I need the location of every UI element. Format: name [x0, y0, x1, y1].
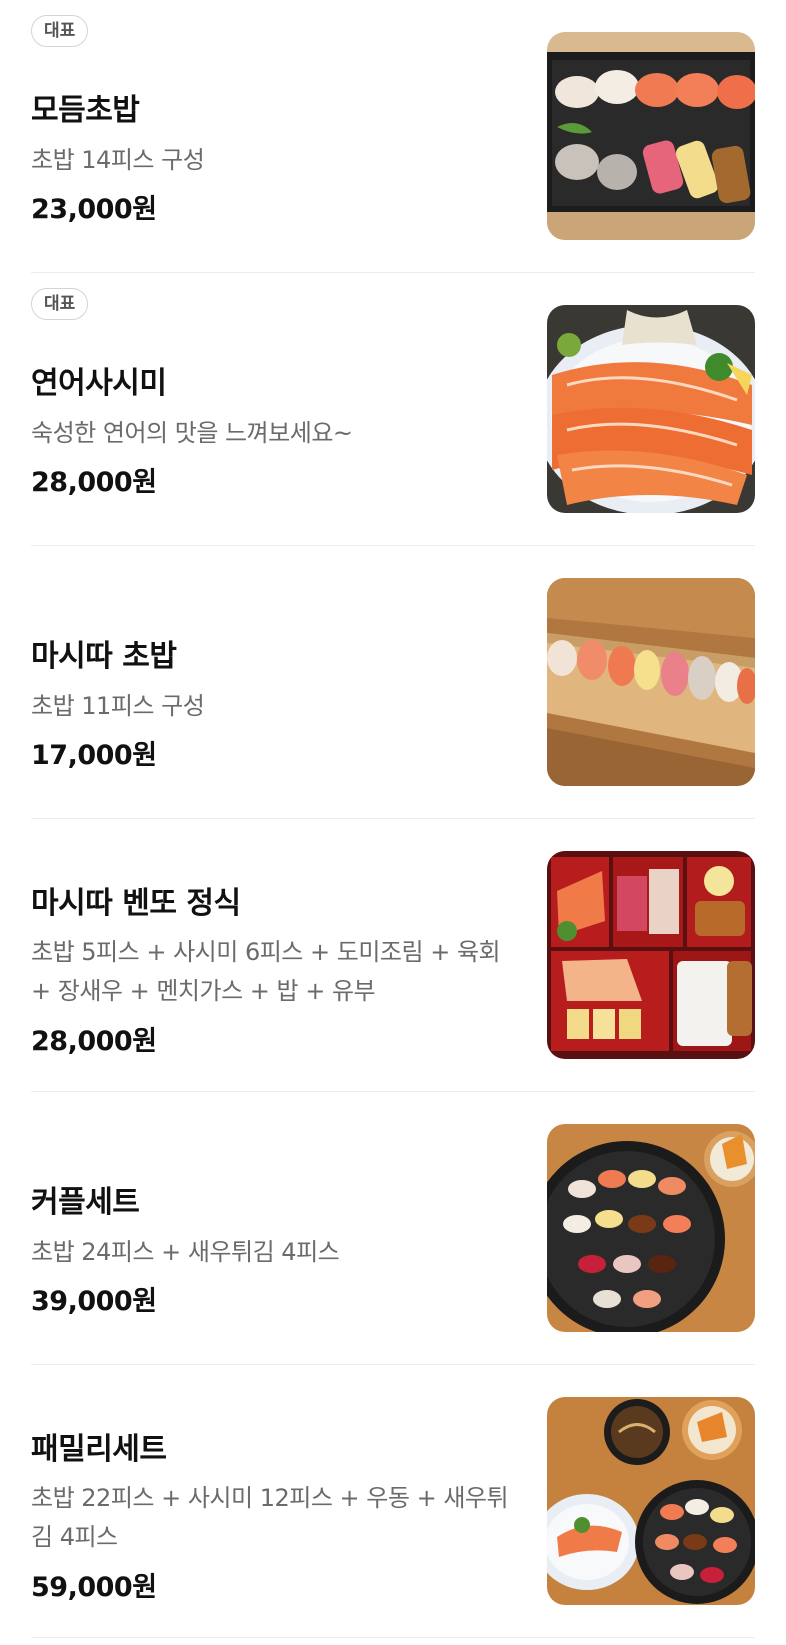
menu-item-family-set[interactable]: 패밀리세트 초밥 22피스 + 사시미 12피스 + 우동 + 새우튀김 4피스…: [31, 1365, 755, 1638]
couple-set-photo[interactable]: [547, 1124, 755, 1332]
menu-item-couple-set[interactable]: 커플세트 초밥 24피스 + 새우튀김 4피스 39,000원: [31, 1092, 755, 1365]
sushi-board-image: [547, 578, 755, 786]
menu-item-description: 초밥 24피스 + 새우튀김 4피스: [31, 1238, 340, 1266]
menu-item-description: 초밥 11피스 구성: [31, 692, 205, 720]
salmon-sashimi-image: [547, 305, 755, 513]
salmon-sashimi-photo[interactable]: [547, 305, 755, 513]
menu-item-masitta-bento[interactable]: 마시따 벤또 정식 초밥 5피스 + 사시미 6피스 + 도미조림 + 육회 +…: [31, 819, 755, 1092]
signature-badge: 대표: [31, 288, 89, 320]
menu-item-description: 초밥 14피스 구성: [31, 146, 205, 174]
menu-item-price: 17,000원: [31, 740, 157, 771]
couple-set-image: [547, 1124, 755, 1332]
menu-item-salmon-sashimi[interactable]: 대표 연어사시미 숙성한 연어의 맛을 느껴보세요~ 28,000원: [31, 273, 755, 546]
assorted-sushi-photo[interactable]: [547, 32, 755, 240]
menu-item-name: 연어사시미: [31, 366, 167, 401]
menu-item-name: 모듬초밥: [31, 93, 140, 128]
menu-item-price: 59,000원: [31, 1572, 157, 1603]
sushi-board-photo[interactable]: [547, 578, 755, 786]
signature-badge: 대표: [31, 15, 89, 47]
menu-item-name: 패밀리세트: [31, 1432, 167, 1467]
menu-item-price: 39,000원: [31, 1286, 157, 1317]
bento-box-image: [547, 851, 755, 1059]
menu-item-assorted-sushi[interactable]: 대표 모듬초밥 초밥 14피스 구성 23,000원: [31, 0, 755, 273]
menu-list: 대표 모듬초밥 초밥 14피스 구성 23,000원 대표 연어사시미 숙성한 …: [0, 0, 786, 1638]
menu-item-description: 초밥 22피스 + 사시미 12피스 + 우동 + 새우튀김 4피스: [31, 1484, 509, 1551]
menu-item-price: 23,000원: [31, 194, 157, 225]
menu-item-name: 마시따 벤또 정식: [31, 886, 241, 921]
assorted-sushi-image: [547, 32, 755, 240]
menu-item-description: 초밥 5피스 + 사시미 6피스 + 도미조림 + 육회 + 장새우 + 멘치가…: [31, 938, 501, 1005]
menu-item-price: 28,000원: [31, 1026, 157, 1057]
family-set-photo[interactable]: [547, 1397, 755, 1605]
menu-item-name: 커플세트: [31, 1185, 140, 1220]
menu-item-name: 마시따 초밥: [31, 639, 177, 674]
family-set-image: [547, 1397, 755, 1605]
menu-item-price: 28,000원: [31, 467, 157, 498]
menu-item-masitta-sushi[interactable]: 마시따 초밥 초밥 11피스 구성 17,000원: [31, 546, 755, 819]
bento-box-photo[interactable]: [547, 851, 755, 1059]
menu-item-description: 숙성한 연어의 맛을 느껴보세요~: [31, 419, 353, 447]
